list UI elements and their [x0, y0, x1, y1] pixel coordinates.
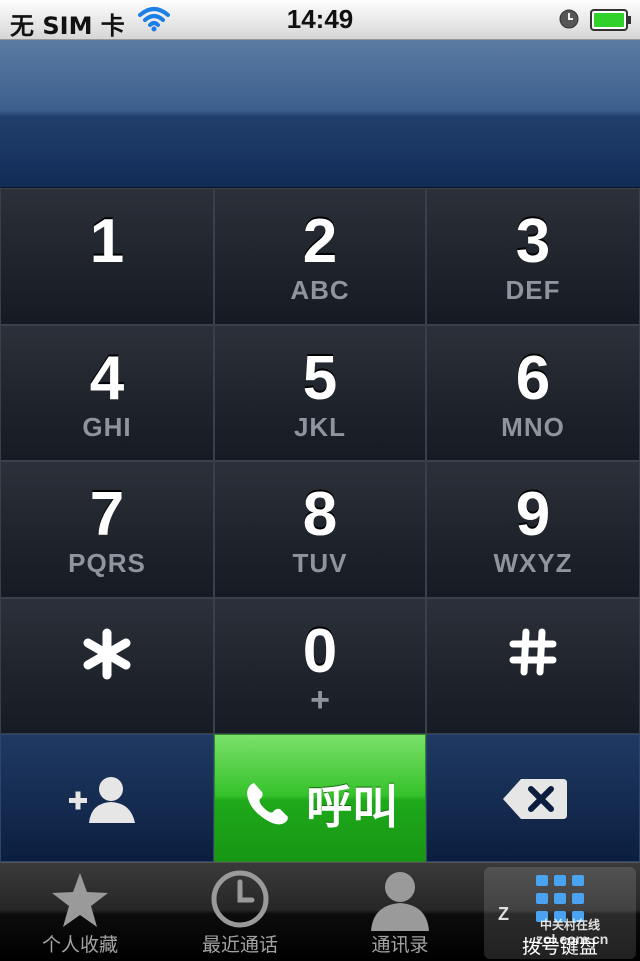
action-row: 呼叫: [0, 734, 640, 862]
key-digit: 0: [302, 617, 338, 686]
key-5[interactable]: 5 JKL: [214, 325, 426, 461]
key-digit: 8: [302, 480, 338, 549]
tab-recents[interactable]: 最近通话: [160, 863, 320, 961]
key-digit: 1: [89, 207, 125, 276]
key-digit: 3: [515, 207, 551, 276]
call-button[interactable]: 呼叫: [214, 734, 426, 862]
key-digit: 2: [302, 207, 338, 276]
add-contact-button[interactable]: [0, 734, 214, 862]
backspace-icon: [501, 777, 569, 826]
hash-icon: [427, 627, 639, 682]
key-letters: PQRS: [68, 548, 146, 578]
battery-icon: [590, 9, 632, 36]
key-letters: ABC: [290, 275, 350, 305]
key-digit: 7: [89, 480, 125, 549]
key-letters: DEF: [505, 275, 561, 305]
key-digit: 6: [515, 344, 551, 413]
key-9[interactable]: 9 WXYZ: [426, 461, 640, 598]
key-8[interactable]: 8 TUV: [214, 461, 426, 598]
call-label: 呼叫: [306, 780, 399, 834]
person-icon: [371, 872, 429, 931]
number-display: [0, 40, 640, 188]
tab-contacts[interactable]: 通讯录: [320, 863, 480, 961]
key-3[interactable]: 3 DEF: [426, 188, 640, 325]
tab-label: 最近通话: [201, 934, 278, 956]
orientation-lock-icon: [558, 8, 580, 35]
key-letters: MNO: [501, 412, 565, 442]
phone-icon: [246, 783, 288, 825]
add-contact-icon: [67, 773, 139, 830]
tab-favorites[interactable]: 个人收藏: [0, 863, 160, 961]
key-letters: JKL: [293, 412, 347, 442]
key-4[interactable]: 4 GHI: [0, 325, 214, 461]
key-2[interactable]: 2 ABC: [214, 188, 426, 325]
key-letters: TUV: [292, 548, 348, 578]
tab-label: 个人收藏: [41, 934, 118, 956]
tab-label: 通讯录: [371, 934, 429, 956]
asterisk-icon: [1, 627, 213, 686]
key-letters: GHI: [82, 412, 132, 442]
key-letters: WXYZ: [493, 548, 573, 578]
key-0[interactable]: 0 +: [214, 598, 426, 734]
status-time: 14:49: [286, 4, 354, 34]
status-bar: 无 SIM 卡 14:49: [0, 0, 640, 40]
key-6[interactable]: 6 MNO: [426, 325, 640, 461]
key-7[interactable]: 7 PQRS: [0, 461, 214, 598]
key-digit: 9: [515, 480, 551, 549]
key-digit: 4: [89, 344, 125, 413]
watermark-url: zol.com.cn: [536, 931, 609, 947]
key-star[interactable]: [0, 598, 214, 734]
clock-icon: [211, 870, 269, 928]
key-plus: +: [310, 681, 330, 719]
key-hash[interactable]: [426, 598, 640, 734]
key-1[interactable]: 1: [0, 188, 214, 325]
dial-keypad: 1 2 ABC 3 DEF 4 GHI 5 JKL 6 MNO 7 PQRS 8…: [0, 188, 640, 734]
watermark-logo: Z: [498, 904, 509, 924]
key-digit: 5: [302, 344, 338, 413]
delete-button[interactable]: [426, 734, 640, 862]
star-icon: [52, 873, 108, 927]
